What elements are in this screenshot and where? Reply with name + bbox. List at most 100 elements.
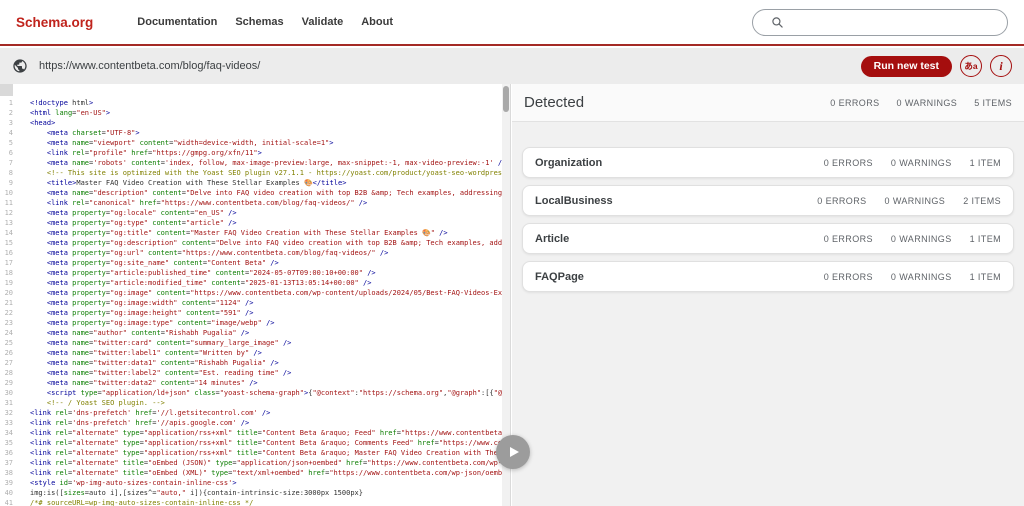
nav-item-validate[interactable]: Validate <box>302 16 344 28</box>
line-number: 11 <box>4 199 13 207</box>
line-number: 36 <box>4 449 13 457</box>
code-text: <meta name="twitter:data2" content="14 m… <box>46 379 258 387</box>
card-counts: 0 ERRORS 0 WARNINGS 1 ITEM <box>824 272 1001 282</box>
code-text: <meta property="article:modified_time" c… <box>46 279 372 287</box>
errors-count: 0 ERRORS <box>823 233 873 244</box>
code-line: 8 <!-- This site is optimized with the Y… <box>0 168 510 178</box>
code-text: <meta name="twitter:label1" content="Wri… <box>46 349 262 357</box>
search-input[interactable] <box>792 15 986 30</box>
errors-count: 0 ERRORS <box>817 195 867 206</box>
nav-item-about[interactable]: About <box>361 16 393 28</box>
line-number: 18 <box>4 269 13 277</box>
code-lines: 1 <!doctype html> 2 <html lang="en-US"> 3 <he… <box>0 84 510 506</box>
code-line: 6 <link rel="profile" href="https://gmpg… <box>0 148 510 158</box>
warnings-count: 0 WARNINGS <box>890 271 952 282</box>
line-number: 30 <box>4 389 13 397</box>
code-line: 38 <link rel="alternate" title="oEmbed (X… <box>0 468 510 478</box>
line-number: 13 <box>4 219 13 227</box>
code-text: <meta property="og:image:width" content=… <box>46 299 254 307</box>
code-line: 1 <!doctype html> <box>0 98 510 108</box>
code-text: <meta name="twitter:card" content="summa… <box>46 339 292 347</box>
items-count: 2 ITEMS <box>963 195 1001 206</box>
warnings-count: 0 WARNINGS <box>884 195 946 206</box>
code-line: 41 /*# sourceURL=wp-img-auto-sizes-contai… <box>0 498 510 506</box>
run-new-test-button[interactable]: Run new test <box>860 55 952 77</box>
summary-counts: 0 ERRORS 0 WARNINGS 5 ITEMS <box>830 98 1012 108</box>
language-toggle-button[interactable]: あa <box>960 55 982 77</box>
code-line: 13 <meta property="og:type" content="art… <box>0 218 510 228</box>
code-line: 39 <style id='wp-img-auto-sizes-contain-i… <box>0 478 510 488</box>
code-line: 10 <meta name="description" content="Del… <box>0 188 510 198</box>
code-text: <link rel='dns-prefetch' href='//l.getsi… <box>30 409 271 417</box>
code-line: 22 <meta property="og:image:height" cont… <box>0 308 510 318</box>
line-number: 24 <box>4 329 13 337</box>
code-text: <meta name="author" content="Rishabh Pug… <box>46 329 250 337</box>
schema-type-card-faqpage[interactable]: FAQPage 0 ERRORS 0 WARNINGS 1 ITEM <box>522 261 1014 292</box>
code-line: 2 <html lang="en-US"> <box>0 108 510 118</box>
nav-item-schemas[interactable]: Schemas <box>235 16 283 28</box>
warnings-count: 0 WARNINGS <box>890 233 952 244</box>
total-errors-count: 0 ERRORS <box>830 97 880 108</box>
line-number: 28 <box>4 369 13 377</box>
card-label: LocalBusiness <box>535 194 613 207</box>
line-number: 8 <box>8 169 13 177</box>
line-number: 20 <box>4 289 13 297</box>
line-number: 4 <box>8 129 13 137</box>
play-arrow-icon <box>510 447 519 457</box>
info-icon: i <box>999 59 1003 73</box>
line-number: 7 <box>8 159 13 167</box>
line-number: 33 <box>4 419 13 427</box>
code-line: 37 <link rel="alternate" title="oEmbed (J… <box>0 458 510 468</box>
code-scrollbar-thumb[interactable] <box>503 86 509 112</box>
line-number: 6 <box>8 149 13 157</box>
code-text: <meta property="og:description" content=… <box>46 239 510 247</box>
code-text: <!-- This site is optimized with the Yoa… <box>30 169 510 177</box>
code-line: 40 img:is([sizes=auto i],[sizes^="auto," … <box>0 488 510 498</box>
line-number: 39 <box>4 479 13 487</box>
code-text: <link rel="profile" href="https://gmpg.o… <box>46 149 262 157</box>
card-counts: 0 ERRORS 0 WARNINGS 1 ITEM <box>824 158 1001 168</box>
line-number: 35 <box>4 439 13 447</box>
line-number: 23 <box>4 319 13 327</box>
line-number: 31 <box>4 399 13 407</box>
main-nav: Documentation Schemas Validate About <box>137 16 393 28</box>
source-code-panel[interactable]: 1 <!doctype html> 2 <html lang="en-US"> 3 <he… <box>0 84 511 506</box>
code-text: img:is([sizes=auto i],[sizes^="auto," i]… <box>30 489 363 497</box>
code-line: 3 <head> <box>0 118 510 128</box>
code-text: <link rel="canonical" href="https://www.… <box>46 199 368 207</box>
code-text: <meta property="og:site_name" content="C… <box>46 259 279 267</box>
line-number: 5 <box>8 139 13 147</box>
detected-title: Detected <box>524 94 585 111</box>
schema-org-logo[interactable]: Schema.org <box>16 15 93 30</box>
line-number: 41 <box>4 499 13 506</box>
code-text: <meta property="article:published_time" … <box>46 269 376 277</box>
line-number: 34 <box>4 429 13 437</box>
card-label: Article <box>535 232 570 245</box>
line-number: 38 <box>4 469 13 477</box>
code-line: 30 <script type="application/ld+json" cl… <box>0 388 510 398</box>
code-text: <meta name='robots' content='index, foll… <box>46 159 506 167</box>
schema-type-card-article[interactable]: Article 0 ERRORS 0 WARNINGS 1 ITEM <box>522 223 1014 254</box>
warnings-count: 0 WARNINGS <box>890 157 952 168</box>
line-number: 32 <box>4 409 13 417</box>
search-box[interactable] <box>752 9 1008 36</box>
line-number: 16 <box>4 249 13 257</box>
nav-item-documentation[interactable]: Documentation <box>137 16 217 28</box>
code-line: 24 <meta name="author" content="Rishabh … <box>0 328 510 338</box>
expand-panel-button[interactable] <box>496 435 530 469</box>
line-number: 25 <box>4 339 13 347</box>
schema-type-cards: Organization 0 ERRORS 0 WARNINGS 1 ITEM Loca… <box>512 122 1024 292</box>
code-text: <link rel='dns-prefetch' href='//apis.go… <box>30 419 250 427</box>
globe-icon <box>12 58 28 74</box>
schema-type-card-localbusiness[interactable]: LocalBusiness 0 ERRORS 0 WARNINGS 2 ITEMS <box>522 185 1014 216</box>
code-text: <head> <box>30 119 56 127</box>
code-line: 12 <meta property="og:locale" content="e… <box>0 208 510 218</box>
code-text: <html lang="en-US"> <box>30 109 111 117</box>
code-line: 31 <!-- / Yoast SEO plugin. --> <box>0 398 510 408</box>
schema-type-card-organization[interactable]: Organization 0 ERRORS 0 WARNINGS 1 ITEM <box>522 147 1014 178</box>
info-button[interactable]: i <box>990 55 1012 77</box>
code-text: <link rel="alternate" type="application/… <box>30 449 506 457</box>
total-warnings-count: 0 WARNINGS <box>896 97 958 108</box>
line-number: 40 <box>4 489 13 497</box>
line-number: 15 <box>4 239 13 247</box>
